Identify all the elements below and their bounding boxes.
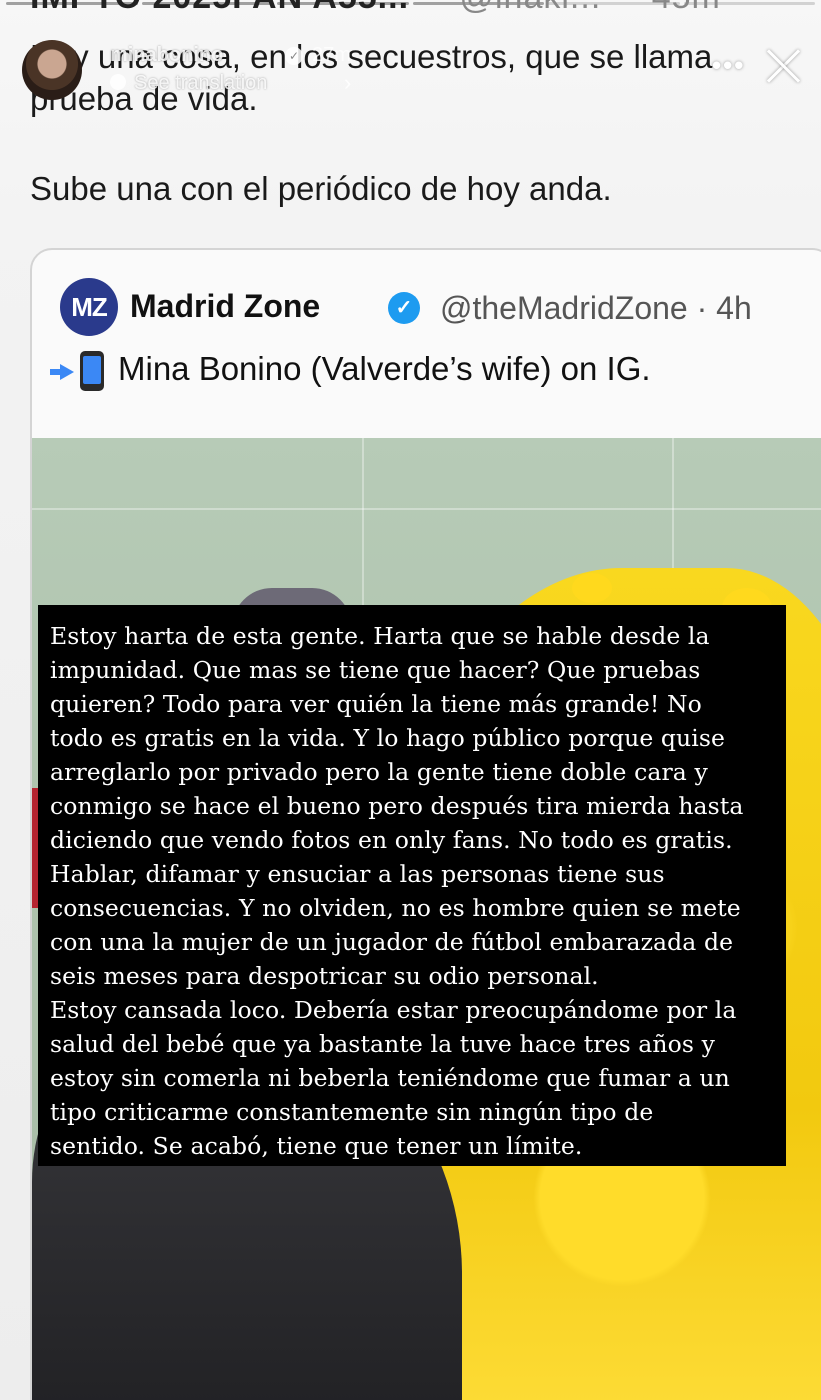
previous-tweet-header-cut: IMPTO 2025FAN A55... @inaki... 45m <box>30 0 721 17</box>
quoted-tweet-handle-time: @theMadridZone · 4h <box>440 290 752 326</box>
story-caption-box: Estoy harta de esta gente. Harta que se … <box>38 605 786 1166</box>
translate-globe-icon <box>110 74 126 90</box>
story-header: minabonino ✓ 27m See translation › ••• <box>22 40 802 110</box>
previous-tweet-handle: @inaki... <box>459 0 601 16</box>
avatar[interactable] <box>22 40 82 100</box>
chevron-right-icon: › <box>344 70 352 95</box>
story-frame: IMPTO 2025FAN A55... @inaki... 45m Hay u… <box>0 0 821 1400</box>
verified-badge-icon: ✓ <box>388 292 420 324</box>
previous-tweet-title: IMPTO 2025FAN A55... <box>30 0 409 16</box>
close-icon[interactable] <box>762 44 806 88</box>
previous-tweet-time: 45m <box>652 0 721 16</box>
quoted-tweet-text-line: Mina Bonino (Valverde’s wife) on IG. <box>50 350 651 392</box>
see-translation-link[interactable]: See translation <box>134 72 267 95</box>
mobile-phone-arrow-icon <box>50 351 114 392</box>
story-time: 27m <box>312 44 351 66</box>
madrid-zone-logo[interactable]: MZ <box>60 278 118 336</box>
more-options-button[interactable]: ••• <box>712 50 745 81</box>
quoted-tweet-author-name[interactable]: Madrid Zone <box>130 288 320 325</box>
story-caption-text: Estoy harta de esta gente. Harta que se … <box>50 622 744 1160</box>
verified-icon: ✓ <box>285 47 303 65</box>
quoted-tweet-text: Mina Bonino (Valverde’s wife) on IG. <box>118 350 651 387</box>
tweet-paragraph-2: Sube una con el periódico de hoy anda. <box>30 170 612 207</box>
story-username[interactable]: minabonino <box>110 44 223 67</box>
